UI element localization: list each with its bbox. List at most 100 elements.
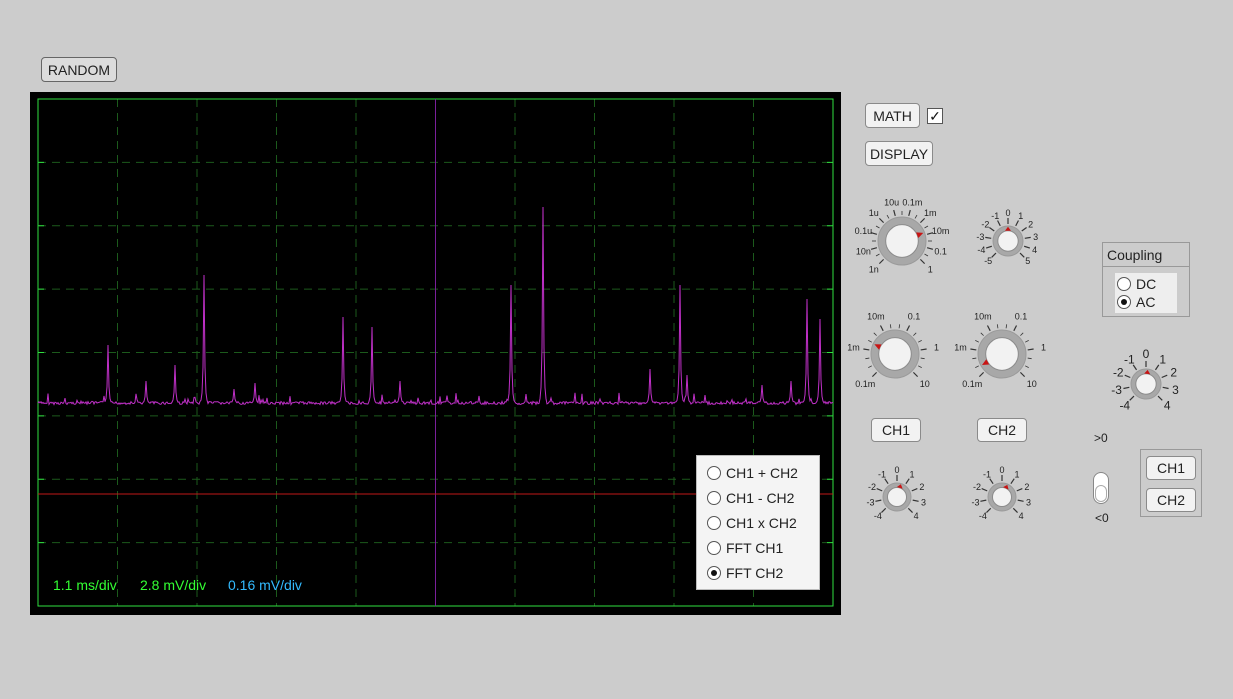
knob-tick [1129, 395, 1135, 401]
knob-tick [914, 214, 918, 219]
knob-scale-label: 1 [1014, 470, 1019, 480]
ch1-button[interactable]: CH1 [871, 418, 921, 442]
knob-tick [1027, 357, 1032, 360]
knob-scale-label: 0 [1143, 347, 1150, 361]
knob-scale-label: -3 [867, 497, 875, 507]
knob-scale-label: 3 [1026, 497, 1031, 507]
knob-scale-label: -2 [981, 220, 989, 230]
ch2-volts-knob: 0.1m 1m 10m 0.1 1 10 [954, 312, 1046, 389]
knob-tick [920, 357, 925, 360]
knob-tick [991, 252, 997, 258]
knob-scale-label: 1m [924, 208, 937, 218]
knob-tick [908, 209, 911, 217]
knob-scale-label: -4 [874, 511, 882, 521]
knob-scale-label: -3 [1111, 383, 1122, 397]
knob-scale-label: -1 [991, 211, 999, 221]
knob-tick [996, 324, 999, 329]
knob-scale-label: 1m [954, 343, 967, 353]
knob-tick [1021, 226, 1027, 232]
trigger-ch2-button[interactable]: CH2 [1146, 488, 1196, 512]
toggle-knob[interactable] [1095, 485, 1107, 502]
radio-selected-icon [1117, 295, 1131, 309]
knob-scale-label: 2 [1024, 482, 1029, 492]
knob-scale-label: 0.1 [1015, 312, 1028, 322]
knob-tick [972, 357, 977, 360]
knob-scale-label: 10 [920, 379, 930, 389]
coupling-option-label: DC [1136, 276, 1157, 292]
knob-tick [879, 325, 884, 332]
knob-tick [1017, 499, 1024, 502]
knob-scale-label: 10m [974, 312, 992, 322]
knob-tick [989, 226, 995, 232]
knob-tick [986, 325, 991, 332]
knob-tick [870, 247, 878, 250]
knob-tick [875, 499, 882, 502]
trigger-ch1-button[interactable]: CH1 [1146, 456, 1196, 480]
knob-scale-label: -2 [1113, 366, 1124, 380]
knob-tick [898, 324, 901, 329]
knob-tick [865, 357, 870, 360]
knob-tick [912, 371, 919, 378]
knob-tick [875, 253, 880, 257]
knob-tick [924, 225, 929, 229]
knob-tick [906, 325, 911, 332]
knob-tick [913, 332, 917, 336]
knob-scale-label: 0.1m [962, 379, 982, 389]
knob-scale-label: 1n [869, 264, 879, 274]
radio-icon [1117, 277, 1131, 291]
knob-scale-label: 10u [884, 198, 899, 208]
knob-tick [1019, 252, 1025, 258]
knob-scale-label: 3 [1172, 383, 1179, 397]
knob-tick [1162, 386, 1169, 390]
knob-cap [885, 224, 919, 258]
ch2-offset-knob: -4 -3 -2-1 0 12 34 [972, 465, 1031, 521]
knob-scale-label: 10m [932, 226, 950, 236]
coupling-option-dc[interactable]: DC [1117, 275, 1156, 293]
knob-scale-label: 1 [934, 343, 939, 353]
knob-scale-label: 5 [1025, 256, 1030, 266]
knob-tick [985, 245, 993, 249]
knob-scale-label: -4 [1119, 398, 1130, 412]
knob-tick [1027, 348, 1034, 351]
knob-tick [912, 499, 919, 502]
knob-tick [1154, 364, 1160, 371]
knob-scale-label: 10 [1027, 379, 1037, 389]
trigger-below-label: <0 [1095, 511, 1109, 525]
knob-tick [1016, 488, 1023, 492]
ch1-offset-knob: -4 -3 -2-1 0 12 34 [867, 465, 926, 521]
knob-tick [926, 247, 934, 250]
knob-scale-label: 0 [894, 465, 899, 475]
coupling-option-ac[interactable]: AC [1117, 293, 1155, 311]
coupling-group: Coupling DC AC [1102, 242, 1190, 317]
knob-scale-label: -1 [983, 470, 991, 480]
knob-scale-label: 1 [909, 470, 914, 480]
knob-tick [924, 253, 929, 257]
knob-tick [997, 220, 1001, 227]
knob-tick [1013, 325, 1018, 332]
knob-tick [1024, 236, 1031, 239]
timebase-knob: 1n 10n 0.1u 1u 10u 0.1m1m 10m 0.11 [855, 198, 950, 275]
knob-tick [873, 332, 877, 336]
knob-scale-label: -4 [977, 245, 985, 255]
knob-tick [1019, 371, 1026, 378]
ch2-button[interactable]: CH2 [977, 418, 1027, 442]
knob-scale-label: 0.1u [855, 226, 873, 236]
knob-tick [1012, 507, 1018, 513]
trigger-slope-toggle[interactable] [1093, 472, 1109, 504]
knob-tick [871, 371, 878, 378]
knob-tick [878, 258, 885, 265]
knob-tick [980, 499, 987, 502]
knob-scale-label: -1 [878, 470, 886, 480]
knob-scale-label: 2 [919, 482, 924, 492]
knob-tick [886, 214, 890, 219]
knob-tick [1161, 374, 1168, 379]
knob-tick [876, 488, 883, 492]
knob-tick [920, 348, 927, 351]
knob-scale-label: -4 [979, 511, 987, 521]
knob-scale-label: 2 [1028, 220, 1033, 230]
knob-panel: 1n10n0.1u1u10u 0.1m1m10m0.11-5-4-3-2-1 0 12… [847, 198, 1179, 522]
knob-tick [1157, 395, 1163, 401]
trigger-level-knob: -4-3 -2-1 0 12 34 [1111, 347, 1179, 412]
knob-tick [1020, 332, 1024, 336]
knob-tick [868, 340, 873, 343]
